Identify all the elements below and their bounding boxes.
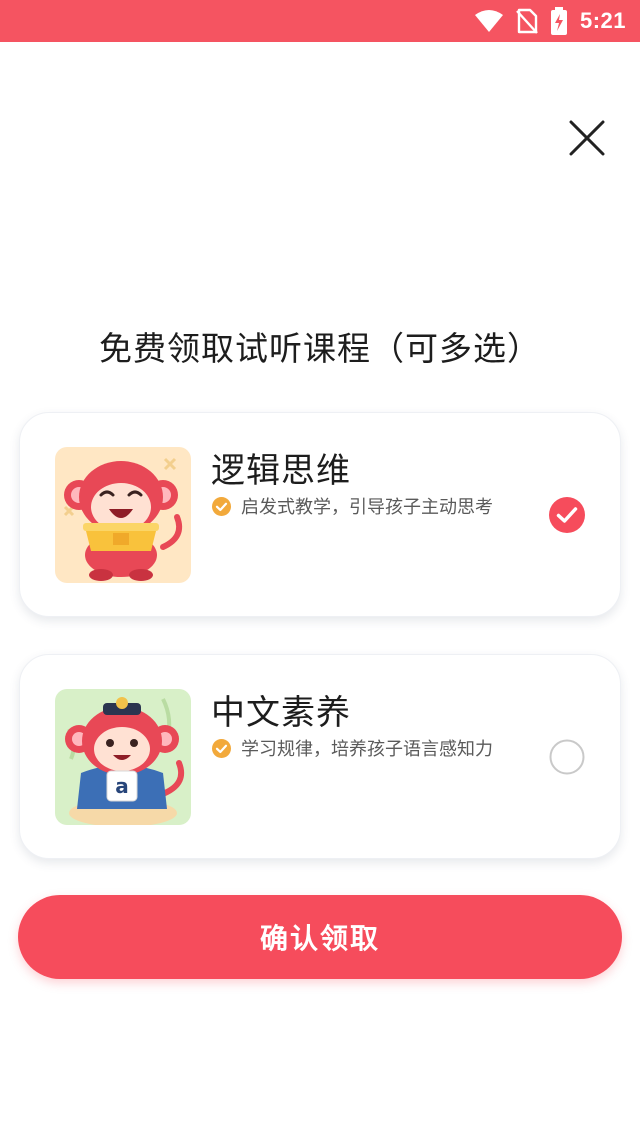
course-select-checkbox-checked[interactable] <box>548 496 586 534</box>
course-card-chinese[interactable]: a 中文素养 学习规律，培养孩子语言感知力 <box>19 654 621 859</box>
check-badge-icon <box>212 738 231 758</box>
close-icon <box>566 120 608 163</box>
battery-charging-icon <box>550 7 568 35</box>
status-icons: 5:21 <box>474 0 626 42</box>
check-badge-icon <box>212 496 231 516</box>
course-description-text: 学习规律，培养孩子语言感知力 <box>241 739 493 760</box>
course-name: 中文素养 <box>211 693 351 733</box>
confirm-claim-button[interactable]: 确认领取 <box>18 895 622 979</box>
empty-circle-icon <box>548 739 586 780</box>
status-time: 5:21 <box>579 8 626 33</box>
course-card-logic[interactable]: 逻辑思维 启发式教学，引导孩子主动思考 <box>19 412 621 617</box>
no-sim-icon <box>516 8 538 34</box>
course-description-text: 启发式教学，引导孩子主动思考 <box>241 497 493 518</box>
page-title: 免费领取试听课程（可多选） <box>99 329 541 368</box>
course-name: 逻辑思维 <box>211 451 351 491</box>
wifi-icon <box>474 9 504 33</box>
status-bar: 5:21 <box>0 0 640 42</box>
checked-circle-icon <box>548 497 586 538</box>
close-button[interactable] <box>566 117 608 159</box>
course-select-checkbox-unchecked[interactable] <box>548 738 586 776</box>
chinese-mascot-image: a <box>55 689 191 825</box>
mascot-card-letter: a <box>115 774 129 798</box>
logic-mascot-image <box>55 447 191 583</box>
course-description: 学习规律，培养孩子语言感知力 <box>212 735 493 761</box>
course-description: 启发式教学，引导孩子主动思考 <box>212 493 493 519</box>
